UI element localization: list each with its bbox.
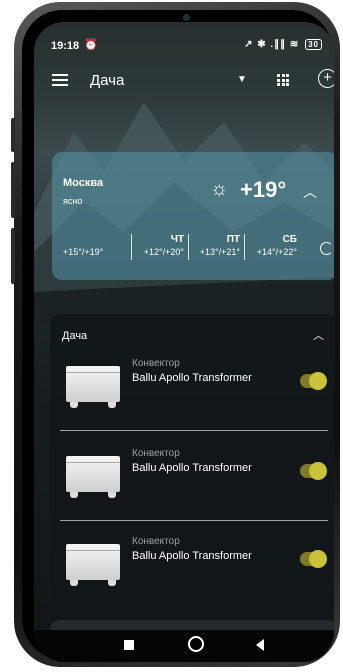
weather-forecast: +15°/+19° ЧТ +12°/+20° ПТ +13°/+21° СБ +… [52, 234, 334, 266]
grid-icon[interactable] [277, 74, 289, 86]
device-type: Конвектор [132, 448, 180, 459]
weather-card[interactable]: Москва ясно ☼ +19° ︿ +15°/+19° ЧТ +12°/+… [52, 152, 334, 280]
device-name: Ballu Apollo Transformer [132, 462, 252, 474]
menu-icon[interactable] [52, 74, 68, 86]
forecast-day: СБ +14°/+22° [247, 234, 297, 257]
power-toggle[interactable] [300, 550, 327, 568]
forecast-day-range: +14°/+22° [256, 247, 297, 257]
weather-condition: ясно [63, 196, 83, 206]
camera-icon [183, 14, 190, 21]
forecast-day-range: +12°/+20° [143, 247, 184, 257]
back-icon[interactable] [256, 639, 264, 651]
home-icon[interactable] [188, 636, 204, 652]
location-title[interactable]: Дача [90, 72, 124, 89]
sun-icon: ☼ [210, 178, 229, 200]
convector-image [66, 456, 120, 492]
forecast-day-name: СБ [282, 234, 297, 245]
forecast-divider [188, 234, 189, 260]
forecast-day-range: +13°/+21° [199, 247, 240, 257]
device-item[interactable]: Конвектор Ballu Apollo Transformer [50, 448, 334, 528]
forecast-divider [244, 234, 245, 260]
convector-leg [108, 402, 116, 408]
alarm-icon: ⏰ [84, 39, 98, 51]
forecast-day-name: ПТ [226, 234, 240, 245]
power-toggle[interactable] [300, 462, 327, 480]
system-navigation-bar [34, 630, 334, 662]
power-button [11, 228, 15, 284]
device-group: Дача ︿ Конвектор Ballu Apollo Transforme… [50, 314, 334, 610]
convector-leg [70, 402, 78, 408]
chevron-up-icon[interactable]: ︿ [313, 327, 324, 343]
recent-apps-icon[interactable] [124, 640, 134, 650]
chevron-up-icon[interactable]: ︿ [303, 182, 317, 202]
forecast-day: ПТ +13°/+21° [192, 234, 240, 257]
volume-button [11, 118, 15, 152]
battery-icon: 30 [305, 39, 322, 50]
divider [60, 430, 328, 431]
app-screen: 19:18 ⏰ ↗ ✱ .∥∥ ≋ 30 Дача ▼ + Москва ясн… [34, 22, 334, 662]
forecast-day-name: ЧТ [170, 234, 184, 245]
weather-temperature: +19° [240, 177, 287, 202]
forecast-day: ЧТ +12°/+20° [134, 234, 184, 257]
power-toggle[interactable] [300, 372, 327, 390]
divider [60, 520, 328, 521]
refresh-icon[interactable] [320, 242, 333, 255]
forecast-divider [131, 234, 132, 260]
device-name: Ballu Apollo Transformer [132, 372, 252, 384]
add-icon[interactable]: + [318, 69, 334, 88]
convector-leg [70, 492, 78, 498]
convector-image [66, 366, 120, 402]
status-time: 19:18 [51, 40, 80, 52]
convector-leg [108, 492, 116, 498]
signal-icons: ↗ ✱ .∥∥ ≋ [244, 39, 300, 50]
device-type: Конвектор [132, 358, 180, 369]
status-bar: 19:18 ⏰ ↗ ✱ .∥∥ ≋ 30 [34, 22, 334, 58]
app-toolbar: Дача ▼ + [34, 62, 334, 98]
convector-leg [70, 580, 78, 586]
convector-leg [108, 580, 116, 586]
volume-button-2 [11, 162, 15, 218]
group-title: Дача [62, 330, 88, 342]
forecast-today: +15°/+19° [63, 234, 103, 257]
weather-city: Москва [63, 177, 104, 189]
caret-down-icon[interactable]: ▼ [237, 74, 247, 85]
forecast-today-range: +15°/+19° [63, 247, 104, 257]
device-type: Конвектор [132, 536, 180, 547]
device-name: Ballu Apollo Transformer [132, 550, 252, 562]
status-icons: ↗ ✱ .∥∥ ≋ 30 [244, 39, 322, 50]
convector-image [66, 544, 120, 580]
device-item[interactable]: Конвектор Ballu Apollo Transformer [50, 536, 334, 616]
device-item[interactable]: Конвектор Ballu Apollo Transformer [50, 358, 334, 438]
